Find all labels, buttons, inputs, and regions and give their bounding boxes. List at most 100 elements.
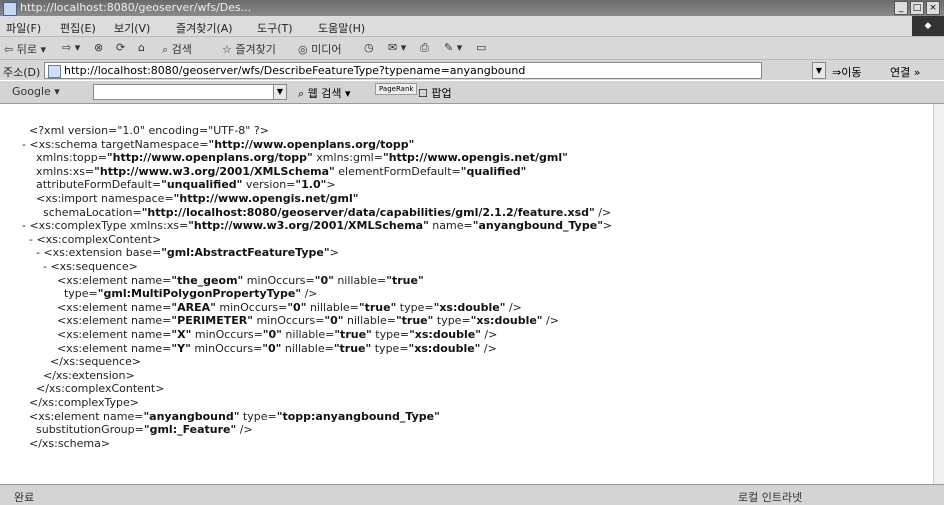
xml-line: type="gml:MultiPolygonPropertyType" /> <box>22 287 318 300</box>
xml-line: <xs:import namespace="http://www.opengis… <box>22 192 359 205</box>
google-toolbar: Google ▾ ▼ ⌕ 웹 검색 ▾ PageRank ☐ 팝업 <box>0 81 944 104</box>
search-button[interactable]: ⌕ 검색 <box>162 41 192 57</box>
xml-line: </xs:extension> <box>22 369 135 382</box>
google-logo[interactable]: Google ▾ <box>12 85 60 98</box>
xml-line: - <xs:complexContent> <box>22 233 161 246</box>
xml-value: "http://localhost:8080/geoserver/data/ca… <box>141 205 595 219</box>
menu-view[interactable]: 보기(V) <box>114 20 150 36</box>
window-controls: _ □ × <box>894 1 940 15</box>
xml-markup: /> <box>236 423 253 437</box>
menu-tools[interactable]: 도구(T) <box>257 20 293 36</box>
favorites-button[interactable]: ☆ 즐겨찾기 <box>222 41 276 57</box>
xml-markup: type= <box>239 409 277 423</box>
menu-edit[interactable]: 편집(E) <box>60 20 96 36</box>
xml-markup: nillable= <box>281 341 334 355</box>
xml-line-prefix <box>22 206 43 219</box>
xml-markup: xmlns:xs= <box>36 164 95 178</box>
xml-line: xmlns:xs="http://www.w3.org/2001/XMLSche… <box>22 165 526 178</box>
xml-line-prefix[interactable]: - <box>22 260 50 273</box>
xml-line-prefix[interactable]: - <box>22 246 43 259</box>
xml-line-prefix <box>22 165 36 178</box>
xml-line-prefix <box>22 124 29 137</box>
pagerank-indicator[interactable]: PageRank <box>375 83 418 95</box>
xml-markup: <xs:sequence> <box>50 260 138 273</box>
media-label: 미디어 <box>311 43 342 56</box>
menu-bar: 파일(F) 편집(E) 보기(V) 즐겨찾기(A) 도구(T) 도움말(H) ◆ <box>0 16 944 37</box>
media-button[interactable]: ◎ 미디어 <box>298 41 341 57</box>
xml-value: "0" <box>324 314 344 328</box>
xml-line: <?xml version="1.0" encoding="UTF-8" ?> <box>22 124 269 137</box>
print-icon[interactable]: ⎙ <box>420 41 429 55</box>
windows-logo-icon: ◆ <box>912 16 944 36</box>
popup-blocker-button[interactable]: ☐ 팝업 <box>418 85 452 101</box>
refresh-icon[interactable]: ⟳ <box>116 41 125 54</box>
xml-markup: minOccurs= <box>252 314 325 328</box>
xml-value: "xs:double" <box>408 341 481 355</box>
menu-file[interactable]: 파일(F) <box>6 20 41 36</box>
ie-icon <box>3 2 17 16</box>
close-button[interactable]: × <box>926 1 940 15</box>
forward-button[interactable]: ⇨ ▾ <box>62 41 80 54</box>
menu-help[interactable]: 도움말(H) <box>318 20 365 36</box>
xml-markup: <xs:element name= <box>56 273 172 287</box>
xml-markup: xmlns:gml= <box>312 151 383 165</box>
edit-icon[interactable]: ✎ ▾ <box>444 41 462 54</box>
google-search-input[interactable]: ▼ <box>93 84 287 100</box>
google-search-dropdown[interactable]: ▼ <box>273 85 286 99</box>
xml-value: "true" <box>358 300 397 314</box>
go-button[interactable]: ⇒이동 <box>832 64 861 80</box>
mail-icon[interactable]: ✉ ▾ <box>388 41 406 54</box>
xml-line-prefix <box>22 274 57 287</box>
popup-label: 팝업 <box>431 87 452 100</box>
web-search-button[interactable]: ⌕ 웹 검색 ▾ <box>298 85 351 101</box>
xml-value: "qualified" <box>460 164 527 178</box>
xml-line-prefix <box>22 396 29 409</box>
links-button[interactable]: 연결 » <box>890 64 920 80</box>
xml-value: "the_geom" <box>171 273 244 287</box>
xml-value: "http://www.opengis.net/gml" <box>173 192 359 205</box>
menu-favorites[interactable]: 즐겨찾기(A) <box>176 20 233 36</box>
xml-line-prefix[interactable]: - <box>22 233 36 246</box>
vertical-scrollbar[interactable] <box>933 104 944 484</box>
xml-markup: <xs:element name= <box>29 409 144 423</box>
xml-markup: minOccurs= <box>191 328 263 341</box>
xml-markup: xmlns:topp= <box>36 151 107 165</box>
xml-markup: /> <box>594 205 612 219</box>
xml-line-prefix <box>22 369 43 382</box>
xml-value: "0" <box>262 341 282 355</box>
xml-value: "0" <box>314 273 334 287</box>
xml-markup: minOccurs= <box>215 300 288 314</box>
address-bar: 주소(D) http://localhost:8080/geoserver/wf… <box>0 60 944 80</box>
xml-value: "0" <box>262 328 282 341</box>
maximize-button[interactable]: □ <box>910 1 924 15</box>
xml-line: - <xs:schema targetNamespace="http://www… <box>22 138 414 151</box>
page-content: <?xml version="1.0" encoding="UTF-8" ?> -… <box>0 104 934 484</box>
history-icon[interactable]: ◷ <box>364 41 374 54</box>
search-label: 검색 <box>171 43 192 56</box>
xml-line: substitutionGroup="gml:_Feature" /> <box>22 423 253 436</box>
xml-markup: </xs:complexType> <box>29 396 139 409</box>
xml-value: "X" <box>171 328 192 341</box>
minimize-button[interactable]: _ <box>894 1 908 15</box>
address-input[interactable]: http://localhost:8080/geoserver/wfs/Desc… <box>44 62 762 79</box>
back-button[interactable]: ⇦ 뒤로 ▾ <box>4 41 46 57</box>
xml-markup: > <box>602 219 613 233</box>
discuss-icon[interactable]: ▭ <box>476 41 486 54</box>
xml-line: </xs:complexType> <box>22 396 139 409</box>
xml-markup: type= <box>63 287 98 301</box>
security-zone: 로컬 인트라넷 <box>738 491 803 504</box>
stop-icon[interactable]: ⊗ <box>94 41 103 54</box>
toolbar: ⇦ 뒤로 ▾ ⇨ ▾ ⊗ ⟳ ⌂ ⌕ 검색 ☆ 즐겨찾기 ◎ 미디어 ◷ ✉ ▾… <box>0 37 944 60</box>
xml-line: - <xs:extension base="gml:AbstractFeatur… <box>22 246 339 259</box>
xml-markup: nillable= <box>343 314 396 328</box>
xml-markup: <xs:element name= <box>56 314 172 328</box>
xml-line-prefix <box>22 437 29 450</box>
home-icon[interactable]: ⌂ <box>138 41 145 54</box>
web-search-label: 웹 검색 <box>307 87 342 100</box>
xml-markup: elementFormDefault= <box>334 164 461 178</box>
xml-markup: /> <box>480 341 497 355</box>
xml-value: "http://www.openplans.org/topp" <box>208 137 415 151</box>
address-dropdown[interactable]: ▼ <box>812 62 826 79</box>
window-title: http://localhost:8080/geoserver/wfs/Des.… <box>20 1 252 14</box>
xml-line: <xs:element name="anyangbound" type="top… <box>22 410 440 423</box>
